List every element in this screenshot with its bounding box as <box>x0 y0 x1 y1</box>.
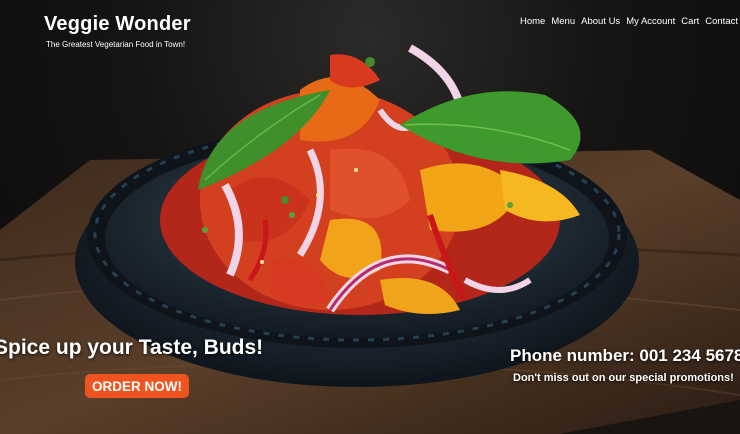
nav-item-home[interactable]: Home <box>520 16 545 27</box>
nav-item-menu[interactable]: Menu <box>551 16 575 27</box>
nav-item-contact[interactable]: Contact <box>705 16 738 27</box>
nav-item-my-account[interactable]: My Account <box>626 16 675 27</box>
site-tagline: The Greatest Vegetarian Food in Town! <box>46 40 186 49</box>
hero-headline: Spice up your Taste, Buds! <box>0 336 264 359</box>
salad-bowl-photo <box>0 44 740 434</box>
brand: Veggie Wonder The Greatest Vegetarian Fo… <box>44 13 191 49</box>
nav-item-about-us[interactable]: About Us <box>581 16 620 27</box>
hero-section: Veggie Wonder The Greatest Vegetarian Fo… <box>0 0 740 434</box>
phone-number: Phone number: 001 234 5678 <box>510 346 740 365</box>
site-title[interactable]: Veggie Wonder <box>44 13 191 36</box>
main-nav: Home Menu About Us My Account Cart Conta… <box>520 16 738 27</box>
promo-text: Don't miss out on our special promotions… <box>513 372 734 384</box>
order-now-button[interactable]: ORDER NOW! <box>85 374 189 398</box>
nav-item-cart[interactable]: Cart <box>681 16 699 27</box>
